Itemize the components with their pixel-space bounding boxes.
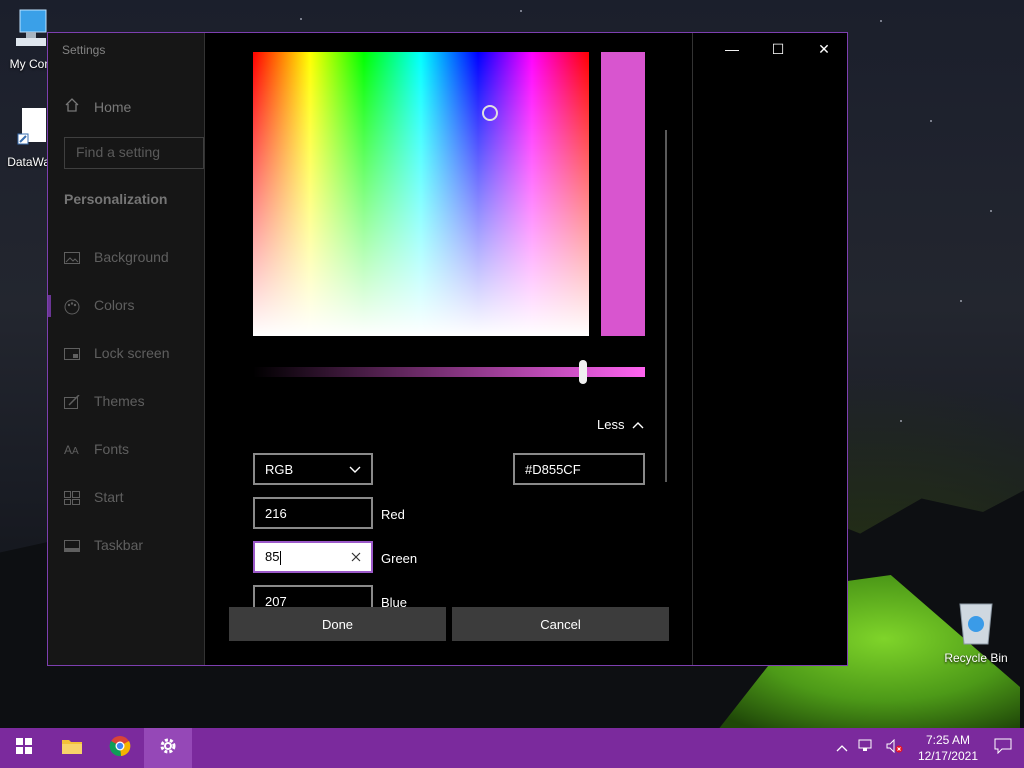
start-button[interactable] xyxy=(0,728,48,768)
settings-window: Settings Home Find a setting Personaliza… xyxy=(47,32,848,666)
color-preview xyxy=(601,52,645,336)
volume-muted-icon[interactable] xyxy=(880,738,910,758)
taskbar: 7:25 AM 12/17/2021 xyxy=(0,728,1024,768)
sidebar-item-label: Start xyxy=(94,489,124,505)
desktop-icon-label: Recycle Bin xyxy=(944,651,1008,665)
taskbar-icon xyxy=(64,539,80,552)
themes-icon xyxy=(64,394,80,409)
sidebar-item-lock-screen[interactable]: Lock screen xyxy=(64,345,169,361)
clock[interactable]: 7:25 AM 12/17/2021 xyxy=(910,732,986,764)
green-label: Green xyxy=(381,551,418,566)
file-explorer-button[interactable] xyxy=(48,728,96,768)
close-button[interactable]: ✕ xyxy=(801,33,847,65)
sidebar-item-label: Fonts xyxy=(94,441,130,457)
minimize-button[interactable]: — xyxy=(709,33,755,65)
system-tray: 7:25 AM 12/17/2021 xyxy=(830,728,1024,768)
desktop-icon-recycle-bin[interactable]: Recycle Bin xyxy=(944,602,1008,665)
picture-icon xyxy=(64,251,80,264)
cancel-button[interactable]: Cancel xyxy=(452,607,669,641)
chrome-icon xyxy=(109,735,131,762)
window-controls: — ☐ ✕ xyxy=(709,33,847,65)
sidebar-item-label: Taskbar xyxy=(94,537,144,553)
sidebar-item-label: Themes xyxy=(94,393,145,409)
color-mode-value: RGB xyxy=(265,461,294,477)
red-input[interactable]: 216 xyxy=(253,497,373,529)
clear-icon[interactable] xyxy=(351,550,361,565)
done-button[interactable]: Done xyxy=(229,607,446,641)
fonts-icon: AA xyxy=(64,443,79,457)
less-toggle[interactable]: Less xyxy=(597,417,644,432)
green-input-value: 85 xyxy=(265,549,280,565)
folder-icon xyxy=(61,737,83,760)
slider-thumb[interactable] xyxy=(579,360,587,384)
scrollbar[interactable] xyxy=(665,130,667,482)
sidebar-item-colors[interactable]: Colors xyxy=(64,297,135,315)
chevron-up-icon xyxy=(632,417,644,432)
less-label: Less xyxy=(597,417,625,432)
sidebar-item-label: Lock screen xyxy=(94,345,170,361)
clock-date: 12/17/2021 xyxy=(917,749,978,763)
selected-indicator xyxy=(48,295,51,317)
network-icon[interactable] xyxy=(854,739,880,758)
settings-taskbar-button[interactable] xyxy=(144,728,192,768)
sidebar-item-label: Background xyxy=(94,249,169,265)
red-label: Red xyxy=(381,507,405,522)
green-input[interactable]: 85 xyxy=(253,541,373,573)
recycle-bin-icon xyxy=(944,602,1008,649)
dialog-buttons: Done Cancel xyxy=(229,607,669,641)
sidebar-item-taskbar[interactable]: Taskbar xyxy=(64,537,143,553)
chevron-down-icon xyxy=(349,462,361,477)
lock-screen-icon xyxy=(64,347,80,360)
color-selector-ring[interactable] xyxy=(482,105,498,121)
section-title: Personalization xyxy=(64,191,168,207)
sidebar-item-background[interactable]: Background xyxy=(64,249,169,265)
color-mode-select[interactable]: RGB xyxy=(253,453,373,485)
start-icon xyxy=(64,491,80,505)
maximize-button[interactable]: ☐ xyxy=(755,33,801,65)
home-icon xyxy=(64,97,80,116)
palette-icon xyxy=(64,299,80,315)
windows-logo-icon xyxy=(16,737,32,759)
sidebar-item-start[interactable]: Start xyxy=(64,489,124,505)
nav-home[interactable]: Home xyxy=(64,97,131,116)
sidebar-item-themes[interactable]: Themes xyxy=(64,393,145,409)
sidebar-item-fonts[interactable]: AA Fonts xyxy=(64,441,129,457)
color-picker-dialog: Less RGB #D855CF 216 Red 85 Green 207 Bl… xyxy=(204,33,693,665)
hex-input[interactable]: #D855CF xyxy=(513,453,645,485)
gear-icon xyxy=(158,736,178,761)
search-input[interactable]: Find a setting xyxy=(64,137,204,169)
sidebar-item-label: Colors xyxy=(94,297,135,313)
nav-home-label: Home xyxy=(94,98,132,115)
search-placeholder: Find a setting xyxy=(76,144,161,160)
clock-time: 7:25 AM xyxy=(925,733,970,747)
chrome-button[interactable] xyxy=(96,728,144,768)
notification-icon[interactable] xyxy=(986,738,1024,759)
text-caret xyxy=(280,550,282,565)
app-title: Settings xyxy=(62,43,106,57)
chevron-up-icon[interactable] xyxy=(830,739,854,757)
color-spectrum[interactable] xyxy=(253,52,589,336)
settings-sidebar: Settings Home Find a setting Personaliza… xyxy=(48,33,204,665)
